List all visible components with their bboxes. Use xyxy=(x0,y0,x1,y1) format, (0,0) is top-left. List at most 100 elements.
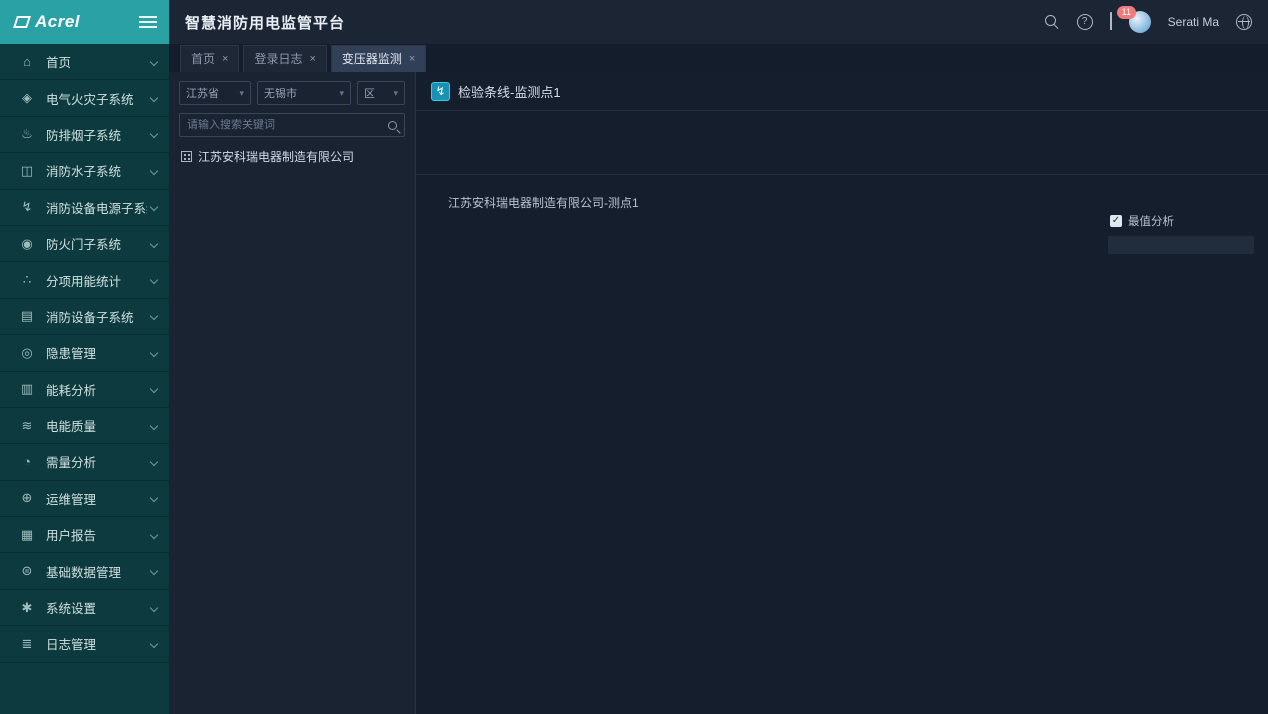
hazard-icon: ◎ xyxy=(16,345,38,361)
close-icon[interactable]: × xyxy=(309,53,315,65)
sidebar-item-demand-analysis[interactable]: ◔需量分析 xyxy=(0,444,169,480)
sidebar-item-energy-stat[interactable]: ∴分项用能统计 xyxy=(0,262,169,298)
chevron-down-icon xyxy=(150,57,158,65)
chevron-down-icon: ▾ xyxy=(239,88,244,99)
chevron-down-icon xyxy=(150,567,158,575)
fire-water-icon: ◫ xyxy=(16,163,38,179)
sidebar-item-electrical-fire[interactable]: ◈ 电气火灾子系统 xyxy=(0,80,169,116)
stats-panel xyxy=(1108,236,1254,254)
chevron-down-icon xyxy=(150,385,158,393)
settings-icon: ✱ xyxy=(16,600,38,616)
chevron-down-icon xyxy=(150,421,158,429)
tree-panel: 江苏省▾ 无锡市▾ 区▾ 江苏安科瑞电器制造有限公司 xyxy=(169,72,416,714)
sidebar-item-log[interactable]: ≣日志管理 xyxy=(0,626,169,662)
sidebar-item-base-data[interactable]: ⊜基础数据管理 xyxy=(0,553,169,589)
chevron-down-icon: ▾ xyxy=(393,88,398,99)
sidebar-item-label: 消防水子系统 xyxy=(46,161,147,180)
lightning-icon: ↯ xyxy=(431,82,450,101)
checkbox-checked-icon[interactable]: ✓ xyxy=(1110,215,1122,227)
chart-block: 江苏安科瑞电器制造有限公司-测点1 ✓ 最值分析 xyxy=(416,174,1268,714)
fire-door-icon: ◉ xyxy=(16,236,38,252)
chart-title: 江苏安科瑞电器制造有限公司-测点1 xyxy=(448,194,1256,211)
top-header: 智慧消防用电监管平台 ? 11 Serati Ma xyxy=(169,0,1268,44)
main-content: ↯ 检验条线-监测点1 江苏安科瑞电器制造有限公司-测点1 ✓ 最值分 xyxy=(416,72,1268,714)
search-icon[interactable] xyxy=(1044,14,1060,30)
power-quality-icon: ≋ xyxy=(16,418,38,434)
sidebar-item-hazard[interactable]: ◎ 隐患管理 xyxy=(0,335,169,371)
province-select[interactable]: 江苏省▾ xyxy=(179,81,251,105)
electrical-fire-icon: ◈ xyxy=(16,90,38,106)
sidebar-item-fire-equipment[interactable]: ▤ 消防设备子系统 xyxy=(0,299,169,335)
search-input[interactable] xyxy=(187,119,388,131)
chevron-down-icon xyxy=(150,130,158,138)
bell-icon[interactable] xyxy=(1110,12,1112,30)
city-select[interactable]: 无锡市▾ xyxy=(257,81,351,105)
sidebar-item-settings[interactable]: ✱系统设置 xyxy=(0,590,169,626)
sidebar-item-label: 电能质量 xyxy=(46,416,147,435)
sidebar-item-fire-door[interactable]: ◉ 防火门子系统 xyxy=(0,226,169,262)
chevron-down-icon xyxy=(150,494,158,502)
sidebar-item-smoke-control[interactable]: ♨防排烟子系统 xyxy=(0,117,169,153)
workspace-tab[interactable]: 首页× xyxy=(180,45,239,72)
region-filters: 江苏省▾ 无锡市▾ 区▾ xyxy=(169,72,415,105)
workspace-tab[interactable]: 变压器监测 × xyxy=(331,45,426,72)
analysis-checkbox-row[interactable]: ✓ 最值分析 xyxy=(1110,213,1254,229)
sidebar-item-power-quality[interactable]: ≋ 电能质量 xyxy=(0,408,169,444)
search-icon[interactable] xyxy=(388,121,397,130)
sidebar-menu: ⌂ 首页 ◈ 电气火灾子系统 ♨防排烟子系统 ◫ 消防水子系统 ↯消防设备电源子系统 ◉ 防火门子… xyxy=(0,44,169,714)
chevron-down-icon xyxy=(150,276,158,284)
workspace-tab-label: 登录日志 xyxy=(254,50,302,67)
log-icon: ≣ xyxy=(16,636,38,652)
demand-analysis-icon: ◔ xyxy=(16,454,38,469)
energy-analysis-icon: ▥ xyxy=(16,381,38,397)
workspace-tab-label: 变压器监测 xyxy=(342,50,402,67)
sidebar-item-label: 隐患管理 xyxy=(46,343,147,362)
sidebar-item-label: 首页 xyxy=(46,52,147,71)
close-icon[interactable]: × xyxy=(409,53,415,65)
chevron-down-icon xyxy=(150,531,158,539)
workspace-tabstrip: 首页× 登录日志 × 变压器监测 × xyxy=(169,44,1268,72)
logo-bar: Acrel xyxy=(0,0,169,44)
building-icon xyxy=(181,151,192,162)
sidebar-item-label: 消防设备子系统 xyxy=(46,307,147,326)
device-tree: 江苏安科瑞电器制造有限公司 xyxy=(169,137,415,714)
sidebar-item-label: 消防设备电源子系统 xyxy=(46,198,147,217)
close-icon[interactable]: × xyxy=(222,53,228,65)
chevron-down-icon xyxy=(150,640,158,648)
district-select[interactable]: 区▾ xyxy=(357,81,405,105)
logo-text: Acrel xyxy=(35,12,139,32)
tree-company-node[interactable]: 江苏安科瑞电器制造有限公司 xyxy=(169,147,415,166)
page-title: 智慧消防用电监管平台 xyxy=(185,12,1044,33)
sidebar-item-energy-analysis[interactable]: ▥能耗分析 xyxy=(0,372,169,408)
home-icon: ⌂ xyxy=(16,54,38,69)
chevron-down-icon xyxy=(150,603,158,611)
sidebar-item-fire-water[interactable]: ◫ 消防水子系统 xyxy=(0,153,169,189)
language-globe-icon[interactable] xyxy=(1236,14,1252,30)
chevron-down-icon xyxy=(150,458,158,466)
power-line-chart xyxy=(430,211,1106,507)
acrel-logo-icon xyxy=(14,15,30,29)
fire-equipment-icon: ▤ xyxy=(16,308,38,324)
sidebar-item-label: 基础数据管理 xyxy=(46,562,147,581)
workspace-tab[interactable]: 登录日志 × xyxy=(243,45,326,72)
sidebar-item-label: 运维管理 xyxy=(46,489,147,508)
sidebar-item-label: 防火门子系统 xyxy=(46,234,147,253)
user-name[interactable]: Serati Ma xyxy=(1168,15,1219,29)
smoke-control-icon: ♨ xyxy=(16,126,38,142)
sidebar-item-label: 电气火灾子系统 xyxy=(46,89,147,108)
sidebar-item-home[interactable]: ⌂ 首页 xyxy=(0,44,169,80)
hamburger-menu-icon[interactable] xyxy=(139,16,157,28)
notification-badge: 11 xyxy=(1117,6,1136,19)
chevron-down-icon xyxy=(150,167,158,175)
sidebar-item-report[interactable]: ▦用户报告 xyxy=(0,517,169,553)
parameter-tabs xyxy=(416,111,1268,146)
help-icon[interactable]: ? xyxy=(1077,14,1093,30)
max-value-analysis: ✓ 最值分析 xyxy=(1108,211,1254,714)
sidebar-item-fire-power[interactable]: ↯消防设备电源子系统 xyxy=(0,190,169,226)
sidebar-item-ops[interactable]: ⊕ 运维管理 xyxy=(0,481,169,517)
ops-icon: ⊕ xyxy=(16,490,38,506)
notifications[interactable]: 11 xyxy=(1110,13,1112,31)
chevron-down-icon xyxy=(150,203,158,211)
chevron-down-icon xyxy=(150,239,158,247)
energy-stat-icon: ∴ xyxy=(16,272,38,288)
